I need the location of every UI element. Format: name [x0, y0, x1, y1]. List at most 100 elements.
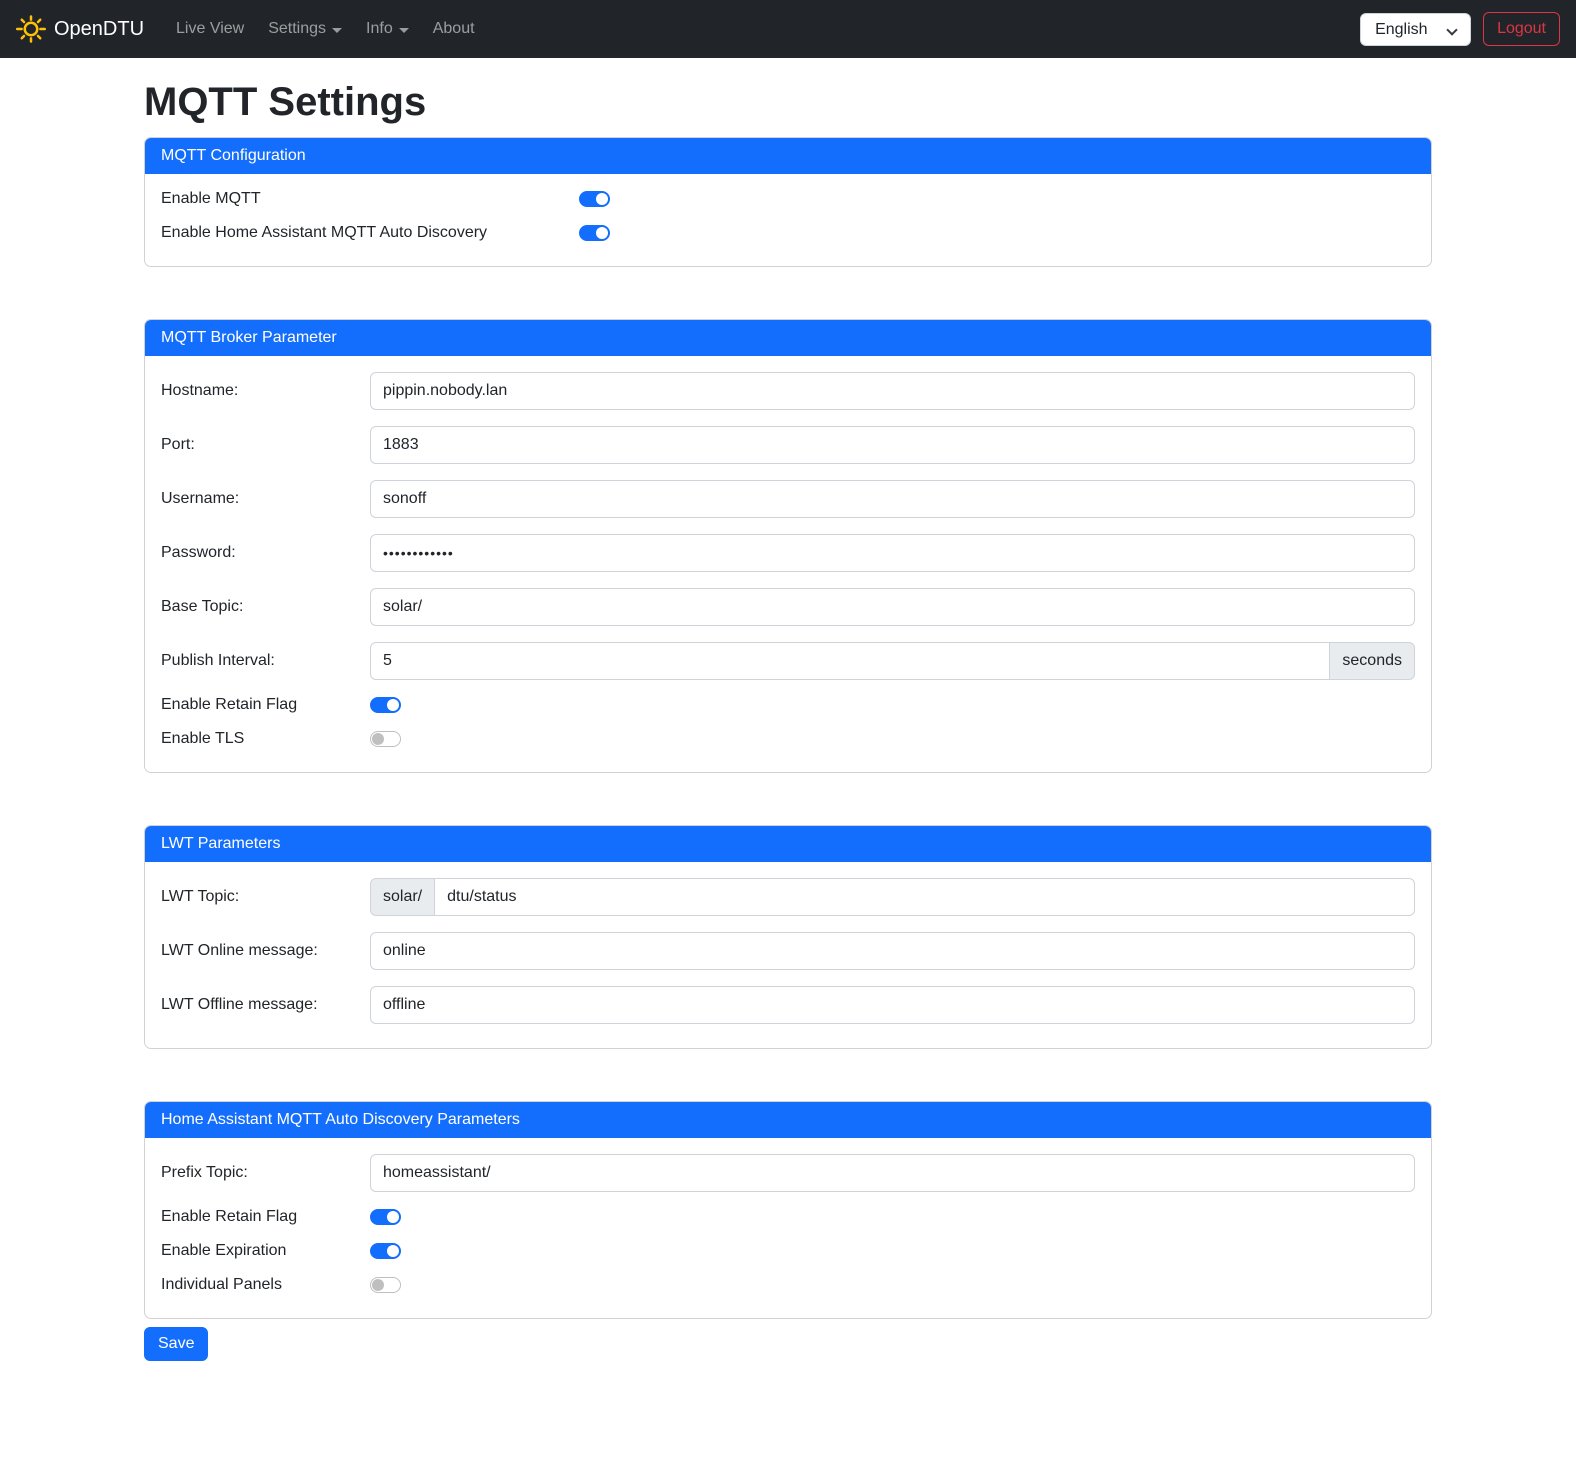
lwt-offline-label: LWT Offline message: — [161, 996, 370, 1014]
nav-item-about[interactable]: About — [425, 12, 483, 46]
enable-tls-label: Enable TLS — [161, 730, 370, 748]
enable-mqtt-field — [579, 191, 1415, 207]
toggle-knob — [387, 699, 399, 711]
username-label: Username: — [161, 490, 370, 508]
lwt-online-input[interactable] — [370, 932, 1415, 970]
chevron-down-icon — [332, 28, 342, 33]
top-navbar: OpenDTU Live View Settings Info About En… — [0, 0, 1576, 58]
lwt-topic-input[interactable] — [434, 878, 1415, 916]
username-field-wrap — [370, 480, 1415, 518]
username-input[interactable] — [370, 480, 1415, 518]
row-retain-flag: Enable Retain Flag — [161, 696, 1415, 714]
port-field-wrap — [370, 426, 1415, 464]
port-input[interactable] — [370, 426, 1415, 464]
sun-icon — [16, 14, 46, 44]
individual-panels-toggle[interactable] — [370, 1277, 401, 1293]
lwt-topic-prefix: solar/ — [370, 878, 434, 916]
enable-ha-discovery-toggle[interactable] — [579, 225, 610, 241]
hass-expiration-toggle[interactable] — [370, 1243, 401, 1259]
card-header-hass-discovery: Home Assistant MQTT Auto Discovery Param… — [145, 1102, 1431, 1138]
card-header-mqtt-configuration: MQTT Configuration — [145, 138, 1431, 174]
card-header-lwt: LWT Parameters — [145, 826, 1431, 862]
nav-item-live-view[interactable]: Live View — [168, 12, 252, 46]
lwt-topic-field-wrap: solar/ — [370, 878, 1415, 916]
brand-label: OpenDTU — [54, 18, 144, 41]
hass-retain-label: Enable Retain Flag — [161, 1208, 370, 1226]
row-username: Username: — [161, 480, 1415, 518]
enable-mqtt-toggle[interactable] — [579, 191, 610, 207]
hostname-input[interactable] — [370, 372, 1415, 410]
language-select[interactable]: English — [1360, 13, 1471, 46]
main-content: MQTT Settings MQTT Configuration Enable … — [128, 80, 1448, 1385]
publish-interval-group: seconds — [370, 642, 1415, 680]
row-enable-ha-discovery: Enable Home Assistant MQTT Auto Discover… — [161, 224, 1415, 242]
toggle-knob — [387, 1245, 399, 1257]
hostname-field-wrap — [370, 372, 1415, 410]
toggle-knob — [387, 1211, 399, 1223]
toggle-knob — [372, 1279, 384, 1291]
row-base-topic: Base Topic: — [161, 588, 1415, 626]
row-lwt-topic: LWT Topic: solar/ — [161, 878, 1415, 916]
nav-item-settings-label: Settings — [268, 20, 326, 38]
card-body-mqtt-broker: Hostname: Port: Username: Password: — [145, 356, 1431, 772]
hass-expiration-field — [370, 1243, 1415, 1259]
page-title: MQTT Settings — [144, 80, 1432, 125]
row-enable-mqtt: Enable MQTT — [161, 190, 1415, 208]
enable-ha-discovery-label: Enable Home Assistant MQTT Auto Discover… — [161, 224, 579, 242]
row-enable-tls: Enable TLS — [161, 730, 1415, 748]
logout-button[interactable]: Logout — [1483, 12, 1560, 46]
row-lwt-online: LWT Online message: — [161, 932, 1415, 970]
card-body-lwt: LWT Topic: solar/ LWT Online message: LW… — [145, 862, 1431, 1048]
hass-retain-toggle[interactable] — [370, 1209, 401, 1225]
nav-item-info[interactable]: Info — [358, 12, 417, 46]
individual-panels-field — [370, 1277, 1415, 1293]
nav-links: Live View Settings Info About — [168, 12, 483, 46]
save-button[interactable]: Save — [144, 1327, 208, 1361]
row-publish-interval: Publish Interval: seconds — [161, 642, 1415, 680]
prefix-topic-field-wrap — [370, 1154, 1415, 1192]
port-label: Port: — [161, 436, 370, 454]
nav-item-info-label: Info — [366, 20, 393, 38]
toggle-knob — [596, 227, 608, 239]
hass-retain-field — [370, 1209, 1415, 1225]
publish-interval-input[interactable] — [370, 642, 1330, 680]
row-hass-expiration: Enable Expiration — [161, 1242, 1415, 1260]
lwt-offline-input[interactable] — [370, 986, 1415, 1024]
nav-item-live-view-label: Live View — [176, 20, 244, 38]
nav-item-settings[interactable]: Settings — [260, 12, 350, 46]
password-input[interactable] — [370, 534, 1415, 572]
row-hostname: Hostname: — [161, 372, 1415, 410]
retain-flag-label: Enable Retain Flag — [161, 696, 370, 714]
password-label: Password: — [161, 544, 370, 562]
publish-interval-unit: seconds — [1330, 642, 1415, 680]
brand[interactable]: OpenDTU — [16, 14, 144, 44]
card-mqtt-broker: MQTT Broker Parameter Hostname: Port: Us… — [144, 319, 1432, 773]
card-header-mqtt-broker: MQTT Broker Parameter — [145, 320, 1431, 356]
enable-ha-discovery-field — [579, 225, 1415, 241]
enable-tls-toggle[interactable] — [370, 731, 401, 747]
enable-mqtt-label: Enable MQTT — [161, 190, 579, 208]
base-topic-label: Base Topic: — [161, 598, 370, 616]
retain-flag-toggle[interactable] — [370, 697, 401, 713]
individual-panels-label: Individual Panels — [161, 1276, 370, 1294]
row-lwt-offline: LWT Offline message: — [161, 986, 1415, 1024]
base-topic-input[interactable] — [370, 588, 1415, 626]
prefix-topic-input[interactable] — [370, 1154, 1415, 1192]
row-password: Password: — [161, 534, 1415, 572]
card-body-hass-discovery: Prefix Topic: Enable Retain Flag Enable … — [145, 1138, 1431, 1318]
card-hass-discovery: Home Assistant MQTT Auto Discovery Param… — [144, 1101, 1432, 1319]
toggle-knob — [372, 733, 384, 745]
lwt-offline-field-wrap — [370, 986, 1415, 1024]
publish-interval-label: Publish Interval: — [161, 652, 370, 670]
lwt-online-label: LWT Online message: — [161, 942, 370, 960]
nav-item-about-label: About — [433, 20, 475, 38]
retain-flag-field — [370, 697, 1415, 713]
lwt-online-field-wrap — [370, 932, 1415, 970]
lwt-topic-label: LWT Topic: — [161, 888, 370, 906]
row-individual-panels: Individual Panels — [161, 1276, 1415, 1294]
hass-expiration-label: Enable Expiration — [161, 1242, 370, 1260]
language-select-wrap: English — [1360, 13, 1471, 46]
prefix-topic-label: Prefix Topic: — [161, 1164, 370, 1182]
row-prefix-topic: Prefix Topic: — [161, 1154, 1415, 1192]
card-mqtt-configuration: MQTT Configuration Enable MQTT Enable Ho… — [144, 137, 1432, 267]
